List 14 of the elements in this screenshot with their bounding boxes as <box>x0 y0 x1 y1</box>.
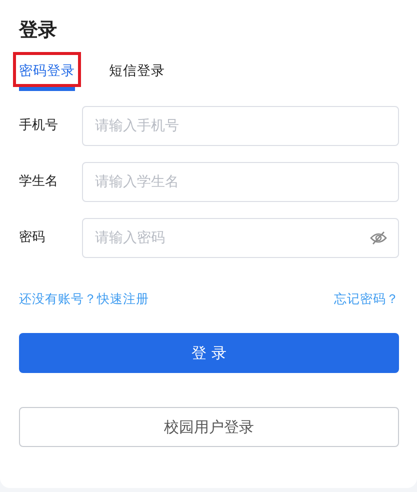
field-label: 手机号 <box>19 117 59 136</box>
input-field[interactable]: 请输入密码 <box>82 218 399 258</box>
input-field[interactable]: 请输入学生名 <box>82 162 399 202</box>
input-field[interactable]: 请输入手机号 <box>82 106 399 146</box>
field-label: 学生名 <box>19 173 59 192</box>
login-button[interactable]: 登 录 <box>19 333 399 373</box>
register-link[interactable]: 还没有账号？快速注册 <box>19 290 149 309</box>
forgot-password-link[interactable]: 忘记密码？ <box>334 290 399 309</box>
page-title: 登录 <box>19 18 58 43</box>
tab[interactable]: 短信登录 <box>109 61 165 92</box>
tab[interactable]: 密码登录 <box>19 61 75 92</box>
eye-slash-icon[interactable] <box>370 231 387 246</box>
field-label: 密码 <box>19 229 46 248</box>
campus-login-button[interactable]: 校园用户登录 <box>19 407 399 447</box>
